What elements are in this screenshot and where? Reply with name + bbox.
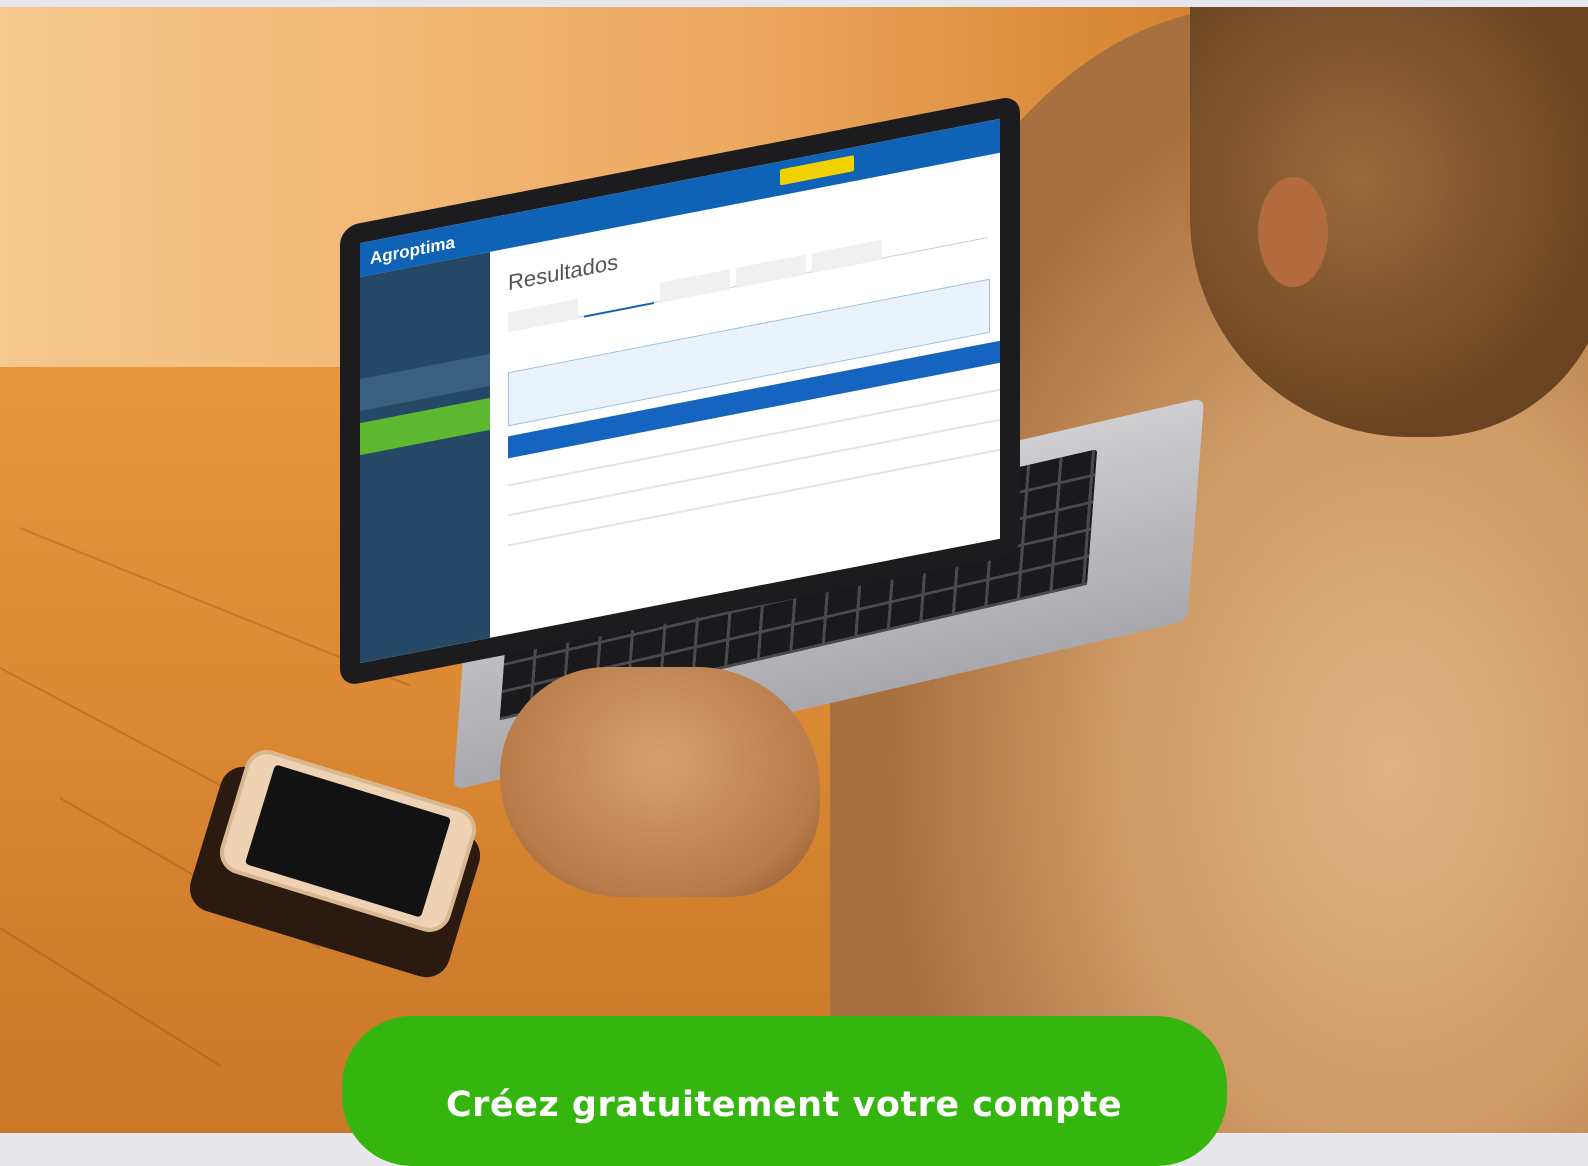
person-hand <box>500 667 820 897</box>
app-page-title: Resultados <box>508 248 619 296</box>
top-strip <box>0 0 1588 7</box>
app-sidebar <box>360 251 490 664</box>
hero-photo: Agroptima Resultados <box>0 7 1588 1133</box>
app-table-row <box>508 448 1000 547</box>
person-ear <box>1258 177 1328 287</box>
app-badge <box>780 155 854 186</box>
create-account-button-label[interactable]: Créez gratuitement votre compte <box>0 1085 1568 1125</box>
